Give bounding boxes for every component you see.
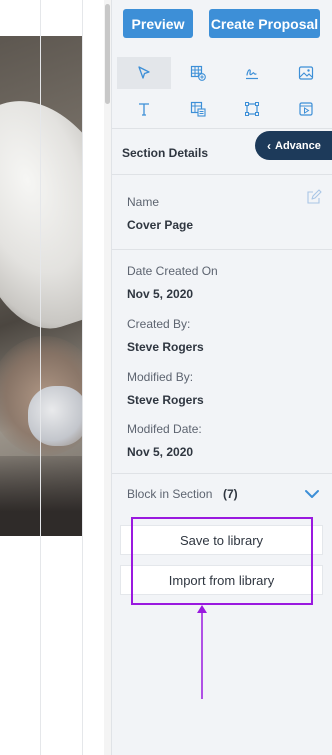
edit-icon[interactable] [306, 189, 322, 205]
canvas-scrollbar-thumb[interactable] [105, 4, 110, 104]
text-tool[interactable] [128, 93, 160, 125]
divider [112, 174, 332, 175]
divider [112, 473, 332, 474]
advance-button[interactable]: ‹ Advance [255, 131, 332, 160]
text-icon [139, 103, 149, 116]
cover-photo[interactable] [0, 36, 82, 536]
modified-date-value: Nov 5, 2020 [127, 445, 194, 459]
signature-tool[interactable] [236, 57, 268, 89]
modified-by-label: Modified By: [127, 370, 194, 384]
properties-panel: Preview Create Proposal Section Details … [111, 0, 332, 755]
chevron-down-icon[interactable] [304, 488, 320, 500]
name-value: Cover Page [127, 218, 194, 232]
create-proposal-button[interactable]: Create Proposal [209, 9, 320, 38]
block-count: (7) [223, 487, 238, 501]
select-tool[interactable] [117, 57, 171, 89]
video-tool[interactable] [290, 93, 322, 125]
date-created-value: Nov 5, 2020 [127, 287, 194, 301]
canvas-scrollbar[interactable] [104, 0, 111, 755]
arrow-up-icon [197, 605, 207, 699]
table-tool[interactable] [182, 57, 214, 89]
panel-toolbar: Preview Create Proposal [112, 0, 332, 48]
proposal-canvas[interactable] [0, 0, 111, 755]
chevron-left-icon: ‹ [267, 138, 271, 153]
shape-square-icon [245, 102, 259, 116]
image-icon [298, 66, 314, 80]
cursor-arrow-icon [138, 66, 150, 79]
name-label: Name [127, 195, 160, 209]
divider [112, 128, 332, 129]
photo-cup-detail [28, 386, 82, 446]
page-guide-line [40, 0, 41, 755]
pricing-tool[interactable] [182, 93, 214, 125]
element-tools [112, 57, 332, 123]
photo-shadow-detail [0, 456, 82, 536]
preview-button[interactable]: Preview [123, 9, 193, 38]
created-by-label: Created By: [127, 317, 191, 331]
highlight-box [131, 517, 313, 605]
advance-label: Advance [275, 139, 321, 152]
modified-date-label: Modifed Date: [127, 422, 202, 436]
signature-icon [246, 69, 258, 80]
created-by-value: Steve Rogers [127, 340, 204, 354]
section-details-title: Section Details [122, 146, 209, 160]
image-tool[interactable] [290, 57, 322, 89]
modified-by-value: Steve Rogers [127, 393, 204, 407]
table-add-icon [190, 65, 206, 81]
pricing-table-icon [190, 101, 206, 117]
photo-sleeve-detail [0, 78, 82, 344]
block-in-section-label: Block in Section [127, 487, 213, 501]
video-icon [299, 102, 313, 116]
date-created-label: Date Created On [127, 264, 218, 278]
shape-tool[interactable] [236, 93, 268, 125]
page-guide-line [82, 0, 83, 755]
divider [112, 249, 332, 250]
